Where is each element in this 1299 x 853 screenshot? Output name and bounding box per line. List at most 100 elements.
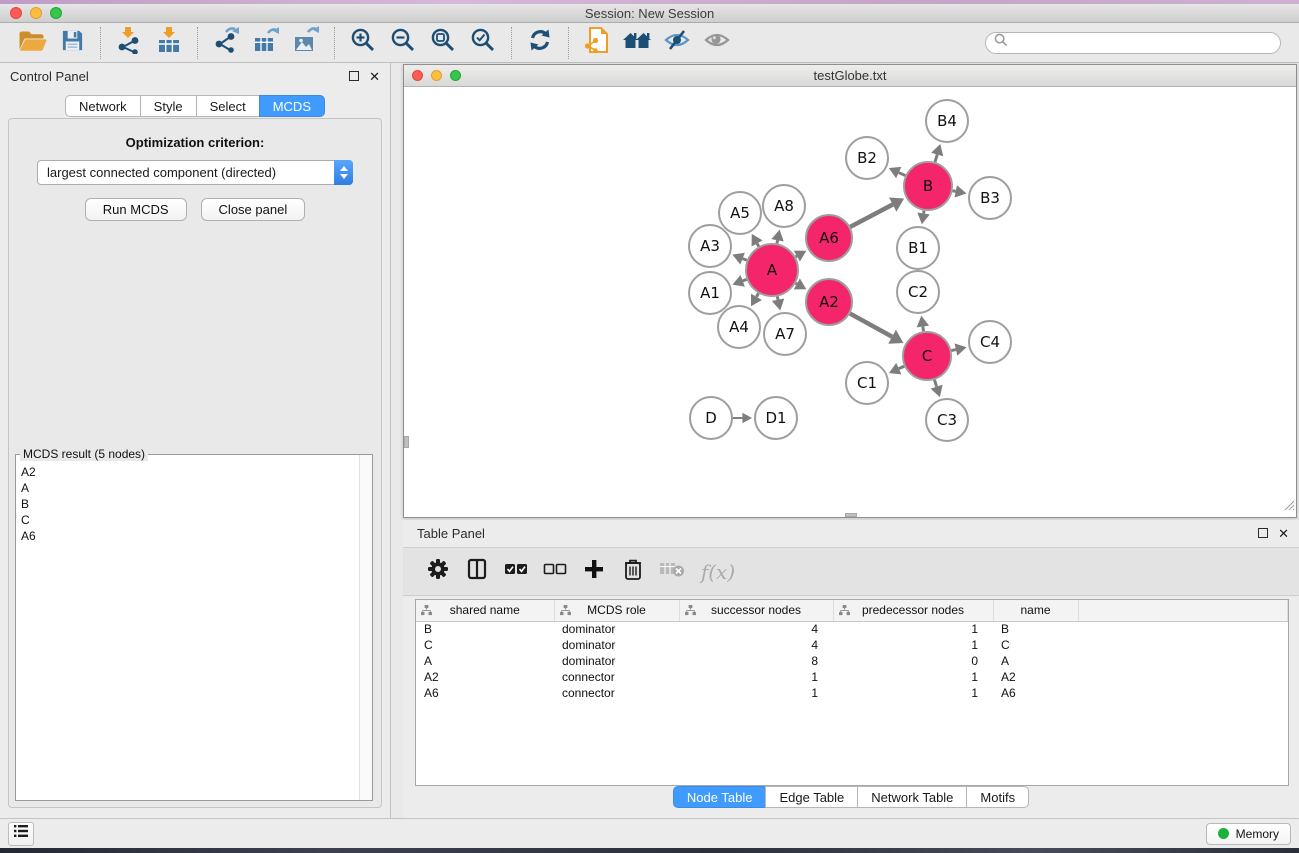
function-builder-button[interactable]: f(x) [696, 557, 740, 587]
graph-edge-A-A8[interactable] [777, 240, 778, 243]
graph-edge-C-C4[interactable] [951, 350, 956, 351]
tab-select[interactable]: Select [196, 95, 260, 117]
graph-edge-C-C3[interactable] [934, 380, 936, 387]
mcds-result-item[interactable]: A6 [21, 528, 358, 544]
control-panel-header: Control Panel ✕ [0, 63, 390, 89]
refresh-icon [527, 27, 553, 58]
float-table-panel-icon[interactable] [1258, 528, 1268, 538]
graph-edge-A-A1[interactable] [743, 279, 747, 280]
control-panel-title: Control Panel [10, 69, 89, 84]
column-header-shared-name[interactable]: shared name [416, 600, 554, 621]
show-tasks-button[interactable] [8, 822, 34, 846]
hide-graphics-details-button[interactable] [657, 25, 697, 61]
graph-edge-arrowhead [955, 343, 967, 355]
close-panel-button[interactable]: Close panel [201, 198, 306, 221]
table-panel: Table Panel ✕ f(x) shared nameMCDS roles… [403, 520, 1299, 818]
graph-edge-C-C2[interactable] [923, 327, 924, 332]
export-network-button[interactable] [206, 25, 246, 61]
criterion-dropdown[interactable]: largest connected component (directed) [37, 160, 353, 185]
delete-table-button[interactable] [657, 557, 687, 587]
table-toolbar: f(x) [403, 547, 1299, 596]
graph-edge-C-C1[interactable] [899, 366, 904, 368]
network-from-file-button[interactable] [577, 25, 617, 61]
graph-edge-A-A7[interactable] [777, 296, 778, 299]
mcds-list-scrollbar[interactable] [359, 455, 372, 800]
tab-mcds[interactable]: MCDS [259, 95, 325, 117]
column-header-MCDS-role[interactable]: MCDS role [554, 600, 679, 621]
attribute-icon [839, 605, 850, 619]
tab-motifs[interactable]: Motifs [966, 786, 1029, 808]
graph-node-label: C1 [857, 374, 877, 392]
column-header-name[interactable]: name [993, 600, 1078, 621]
column-header-predecessor-nodes[interactable]: predecessor nodes [833, 600, 993, 621]
graph-edge-arrowhead [772, 299, 784, 311]
zoom-selected-button[interactable] [463, 25, 503, 61]
graph-edge-B-B2[interactable] [899, 173, 906, 176]
toolbar-separator [197, 27, 198, 59]
mcds-result-item[interactable]: B [21, 496, 358, 512]
memory-button[interactable]: Memory [1206, 823, 1291, 845]
dropdown-stepper-icon [334, 160, 353, 185]
close-table-panel-icon[interactable]: ✕ [1278, 527, 1289, 540]
graph-edge-arrowhead [955, 185, 967, 197]
open-file-button[interactable] [12, 25, 52, 61]
select-all-button[interactable] [501, 557, 531, 587]
zoom-out-button[interactable] [383, 25, 423, 61]
unchecked-boxes-icon [543, 562, 567, 581]
export-table-button[interactable] [246, 25, 286, 61]
tab-node-table[interactable]: Node Table [673, 786, 767, 808]
search-field[interactable] [985, 32, 1281, 54]
run-mcds-button[interactable]: Run MCDS [85, 198, 187, 221]
table-settings-button[interactable] [423, 557, 453, 587]
close-panel-icon[interactable]: ✕ [369, 70, 380, 83]
table-row[interactable]: Cdominator41C [416, 637, 1288, 653]
update-view-button[interactable] [520, 25, 560, 61]
graph-edge-A-A6[interactable] [796, 256, 797, 257]
home-view-button[interactable] [617, 25, 657, 61]
mcds-result-item[interactable]: A2 [21, 464, 358, 480]
graph-edge-A2-C[interactable] [850, 314, 892, 337]
search-input[interactable] [1014, 36, 1272, 50]
graph-edge-A6-B[interactable] [850, 205, 892, 227]
graph-node-label: D [705, 409, 717, 427]
delete-column-button[interactable] [618, 557, 648, 587]
mcds-result-item[interactable]: A [21, 480, 358, 496]
table-row[interactable]: Bdominator41B [416, 621, 1288, 637]
zoom-in-button[interactable] [343, 25, 383, 61]
network-window-title: testGlobe.txt [404, 68, 1296, 83]
zoom-fit-button[interactable] [423, 25, 463, 61]
float-panel-icon[interactable] [349, 71, 359, 81]
tab-network[interactable]: Network [65, 95, 141, 117]
show-column-button[interactable] [462, 557, 492, 587]
table-row[interactable]: Adominator80A [416, 653, 1288, 669]
tab-network-table[interactable]: Network Table [857, 786, 967, 808]
trash-icon [624, 558, 642, 585]
canvas-vertical-scroll-thumb[interactable] [404, 436, 409, 448]
graph-edge-B-B4[interactable] [935, 154, 937, 162]
import-table-button[interactable] [149, 25, 189, 61]
tab-edge-table[interactable]: Edge Table [765, 786, 858, 808]
create-column-button[interactable] [579, 557, 609, 587]
export-image-button[interactable] [286, 25, 326, 61]
network-canvas[interactable]: AA1A2A3A4A5A6A7A8BB1B2B3B4CC1C2C3C4DD1 [404, 87, 1296, 517]
mcds-result-item[interactable]: C [21, 512, 358, 528]
import-network-button[interactable] [109, 25, 149, 61]
canvas-horizontal-scroll-thumb[interactable] [845, 513, 857, 517]
graph-edge-A-A4[interactable] [756, 293, 758, 296]
show-graphics-details-button[interactable] [697, 25, 737, 61]
graph-edge-A-A3[interactable] [743, 259, 747, 261]
export-image-icon [292, 26, 320, 59]
graph-edge-A-A2[interactable] [796, 283, 797, 284]
graph-node-label: B3 [980, 189, 1000, 207]
table-row[interactable]: A2connector11A2 [416, 669, 1288, 685]
table-row[interactable]: A6connector11A6 [416, 685, 1288, 701]
save-session-button[interactable] [52, 25, 92, 61]
deselect-all-button[interactable] [540, 557, 570, 587]
tab-style[interactable]: Style [140, 95, 197, 117]
import-network-icon [115, 26, 143, 59]
window-resize-grip[interactable] [1282, 498, 1295, 516]
graph-edge-B-B3[interactable] [953, 191, 956, 192]
column-header-successor-nodes[interactable]: successor nodes [679, 600, 833, 621]
graph-edge-A-A5[interactable] [757, 243, 759, 246]
network-window-titlebar[interactable]: testGlobe.txt [404, 65, 1296, 87]
